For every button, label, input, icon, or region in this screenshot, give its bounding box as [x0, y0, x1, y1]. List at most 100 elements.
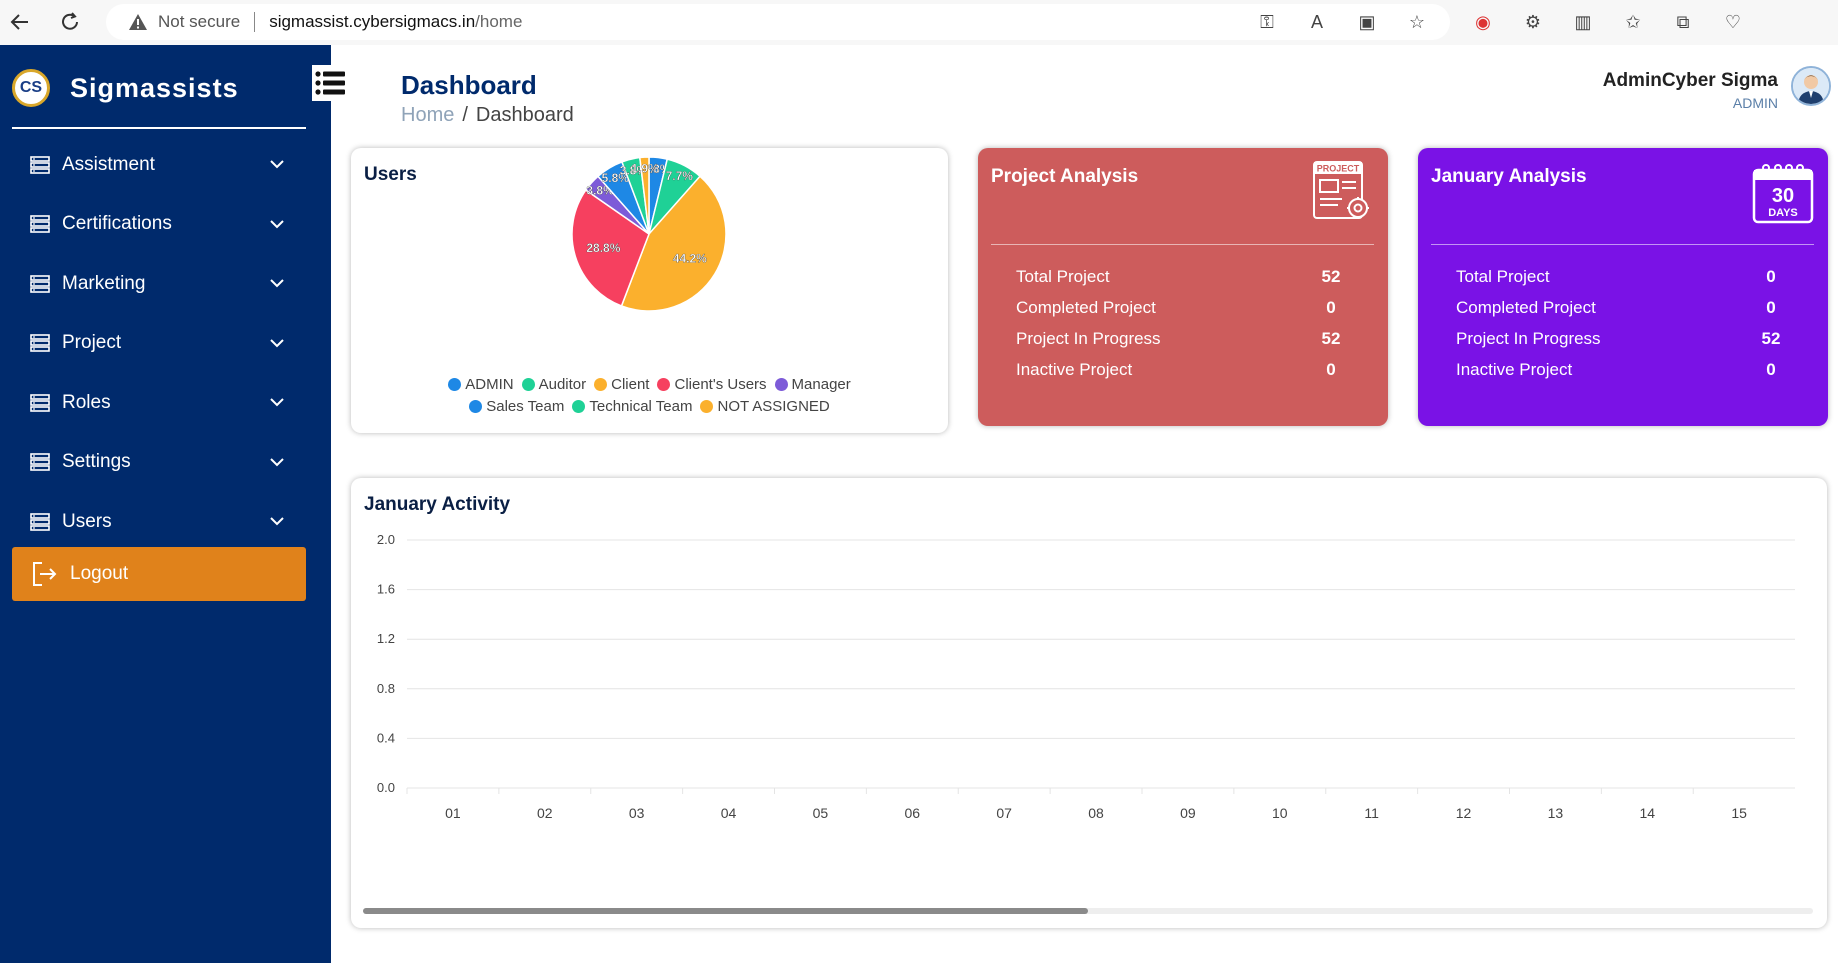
stat-row-completed-project: Completed Project 0	[1456, 292, 1791, 323]
warning-icon	[129, 14, 147, 30]
x-tick-label: 15	[1731, 805, 1747, 821]
stat-row-project-in-progress: Project In Progress 52	[1016, 323, 1351, 354]
january-activity-card: January Activity 0.0 0.4 0.8 1.2 1.6 2.0 01 02 0…	[351, 478, 1827, 928]
chart-scrollbar[interactable]	[363, 908, 1813, 914]
y-tick-label: 0.8	[377, 681, 395, 696]
stat-label: Inactive Project	[1016, 359, 1133, 379]
legend-item[interactable]: ADMIN	[448, 374, 514, 396]
address-divider	[254, 12, 256, 32]
reload-icon[interactable]	[50, 2, 90, 42]
favorite-star-icon[interactable]: ☆	[1404, 12, 1430, 33]
reader-view-icon[interactable]: ▣	[1354, 12, 1380, 33]
user-avatar-icon	[1793, 68, 1829, 104]
stat-row-inactive-project: Inactive Project 0	[1456, 354, 1791, 385]
calendar-icon: 30 DAYS	[1752, 164, 1814, 224]
legend-label: Client's Users	[674, 376, 767, 393]
stat-label: Completed Project	[1456, 297, 1596, 317]
project-analysis-card: Project Analysis PROJECT Total Project 5…	[978, 148, 1388, 426]
split-screen-icon[interactable]: ▥	[1570, 12, 1596, 33]
server-icon	[30, 334, 50, 353]
key-icon[interactable]: ⚿	[1254, 12, 1280, 33]
stat-label: Project In Progress	[1456, 328, 1601, 348]
sidebar-item-certifications[interactable]: Certifications	[0, 195, 331, 255]
stat-row-inactive-project: Inactive Project 0	[1016, 354, 1351, 385]
january-analysis-divider	[1431, 244, 1814, 245]
legend-item[interactable]: Sales Team	[469, 396, 564, 418]
sidebar-item-project[interactable]: Project	[0, 314, 331, 374]
sidebar-item-label: Roles	[62, 391, 111, 413]
stat-value: 0	[1766, 359, 1776, 379]
server-icon	[30, 274, 50, 293]
not-secure-label: Not secure	[158, 12, 241, 31]
january-analysis-card: January Analysis 30 DAYS Total Project 0…	[1418, 148, 1828, 426]
browser-essentials-icon[interactable]: ♡	[1720, 12, 1746, 33]
sidebar-item-label: Assistment	[62, 153, 155, 175]
sidebar-item-label: Marketing	[62, 272, 146, 294]
chevron-down-icon	[270, 160, 284, 169]
server-icon	[30, 155, 50, 174]
legend-item[interactable]: Auditor	[521, 374, 586, 396]
menu-toggle-button[interactable]	[312, 65, 348, 101]
sidebar-item-label: Project	[62, 332, 122, 354]
x-tick-label: 04	[721, 805, 737, 821]
x-tick-label: 14	[1640, 805, 1656, 821]
stat-row-total-project: Total Project 52	[1016, 261, 1351, 292]
legend-item[interactable]: Client's Users	[657, 374, 767, 396]
server-icon	[30, 512, 50, 531]
stat-label: Total Project	[1016, 266, 1110, 286]
server-icon	[30, 453, 50, 472]
calendar-icon-label: DAYS	[1768, 207, 1798, 219]
sidebar-item-users[interactable]: Users	[0, 492, 331, 552]
legend-dot	[469, 400, 483, 413]
sidebar-item-settings[interactable]: Settings	[0, 433, 331, 493]
stat-label: Total Project	[1456, 266, 1550, 286]
page-title: Dashboard	[401, 70, 537, 100]
user-info[interactable]: AdminCyber Sigma ADMIN	[1603, 70, 1778, 111]
sidebar: CS Sigmassists Assistment Certifications…	[0, 45, 331, 963]
y-tick-label: 0.4	[377, 730, 395, 745]
stat-value: 0	[1326, 359, 1336, 379]
legend-label: Technical Team	[589, 398, 693, 415]
breadcrumb-home-link[interactable]: Home	[401, 104, 454, 126]
logout-button[interactable]: Logout	[12, 547, 306, 601]
legend-dot	[572, 400, 586, 413]
collections-icon[interactable]: ⧉	[1670, 12, 1696, 33]
stat-value: 0	[1766, 266, 1776, 286]
user-name: AdminCyber Sigma	[1602, 70, 1778, 91]
avatar[interactable]	[1791, 66, 1831, 106]
user-role: ADMIN	[1732, 95, 1778, 111]
legend-item[interactable]: Manager	[774, 374, 851, 396]
y-tick-label: 1.6	[377, 582, 395, 597]
chevron-down-icon	[270, 398, 284, 407]
read-aloud-icon[interactable]: A	[1304, 12, 1330, 33]
logout-label: Logout	[70, 563, 129, 584]
chart-scrollbar-thumb[interactable]	[363, 908, 1088, 914]
y-tick-label: 0.0	[377, 780, 395, 795]
x-tick-label: 02	[537, 805, 553, 821]
legend-item[interactable]: NOT ASSIGNED	[700, 396, 830, 418]
sidebar-item-label: Settings	[62, 451, 131, 473]
sidebar-item-assistment[interactable]: Assistment	[0, 135, 331, 195]
legend-item[interactable]: Technical Team	[572, 396, 692, 418]
browser-bar: Not secure sigmassist.cybersigmacs.in/ho…	[0, 0, 1838, 45]
address-bar[interactable]: Not secure sigmassist.cybersigmacs.in/ho…	[106, 4, 1450, 40]
extensions-icon[interactable]: ⚙	[1520, 12, 1546, 33]
sidebar-item-roles[interactable]: Roles	[0, 373, 331, 433]
legend-label: NOT ASSIGNED	[717, 398, 830, 415]
stat-label: Project In Progress	[1016, 328, 1161, 348]
pie-data-label: 44.2%	[673, 252, 707, 266]
x-tick-label: 07	[996, 805, 1012, 821]
tracking-blocked-icon[interactable]: ◉	[1470, 12, 1496, 33]
project-analysis-divider	[991, 244, 1374, 245]
chevron-down-icon	[270, 279, 284, 288]
url-host: sigmassist.cybersigmacs.in	[269, 12, 476, 31]
sidebar-item-marketing[interactable]: Marketing	[0, 254, 331, 314]
stat-value: 52	[1321, 328, 1341, 348]
back-icon[interactable]	[0, 2, 40, 42]
x-tick-label: 10	[1272, 805, 1288, 821]
stat-value: 52	[1321, 266, 1341, 286]
favorites-icon[interactable]: ✩	[1620, 12, 1646, 33]
brand[interactable]: CS Sigmassists	[12, 69, 239, 107]
calendar-icon-number: 30	[1772, 185, 1794, 207]
legend-item[interactable]: Client	[594, 374, 649, 396]
